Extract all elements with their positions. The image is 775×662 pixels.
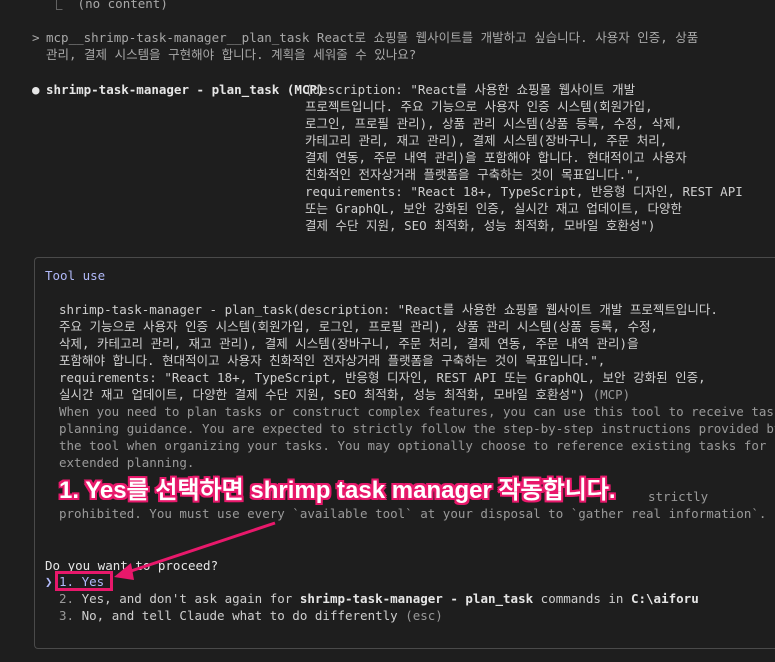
annotation-text: 1. Yes를 선택하면 shrimp task manager 작동합니다.: [59, 477, 616, 504]
annotation-arrow-icon: [114, 521, 276, 580]
